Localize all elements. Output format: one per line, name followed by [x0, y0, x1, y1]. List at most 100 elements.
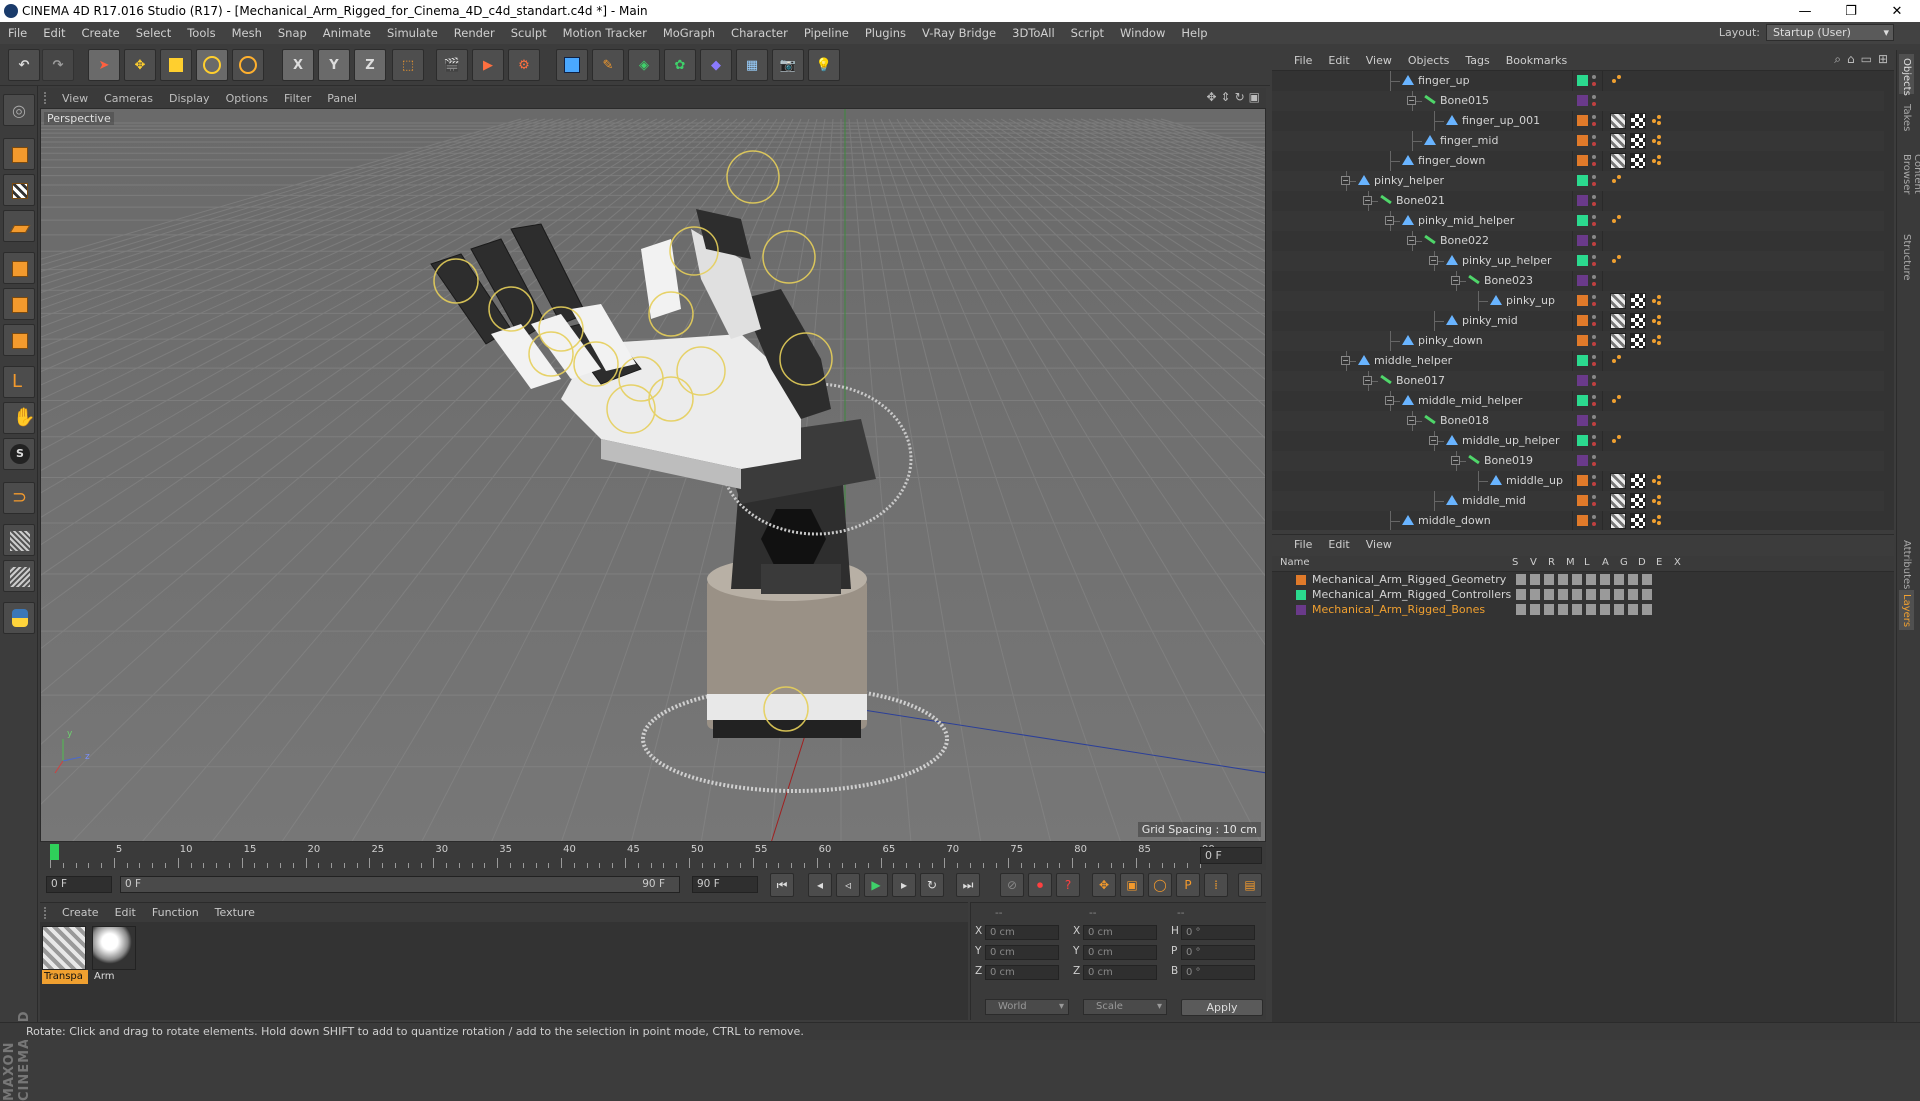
- layer-toggle-icon[interactable]: [1642, 574, 1652, 585]
- object-row[interactable]: − Bone017: [1272, 371, 1884, 391]
- search-icon[interactable]: ⌕: [1834, 52, 1841, 67]
- z-axis-button[interactable]: Z: [354, 49, 386, 81]
- object-name[interactable]: pinky_up_helper: [1446, 251, 1552, 271]
- object-name[interactable]: finger_up_001: [1446, 111, 1540, 131]
- layer-toggle-icon[interactable]: [1600, 589, 1610, 600]
- render-visibility-dot[interactable]: [1592, 402, 1596, 406]
- render-visibility-dot[interactable]: [1592, 282, 1596, 286]
- viewport-menu-cameras[interactable]: Cameras: [96, 92, 161, 105]
- layer-toggles[interactable]: [1516, 589, 1652, 600]
- layer-column-v[interactable]: V: [1530, 557, 1537, 568]
- editor-visibility-dot[interactable]: [1592, 175, 1596, 179]
- menu-edit[interactable]: Edit: [35, 26, 73, 40]
- menu-file[interactable]: File: [0, 26, 35, 40]
- side-tab-objects[interactable]: Objects: [1899, 54, 1914, 96]
- layer-color-swatch[interactable]: [1577, 235, 1588, 246]
- material-tag-icon[interactable]: [1630, 513, 1646, 529]
- move-view-icon[interactable]: ✥: [1206, 90, 1216, 104]
- x-axis-button[interactable]: X: [282, 49, 314, 81]
- object-row[interactable]: middle_up: [1272, 471, 1884, 491]
- layer-toggle-icon[interactable]: [1530, 574, 1540, 585]
- deformer-button[interactable]: ◆: [700, 49, 732, 81]
- record-point-level-button[interactable]: ⁞: [1204, 873, 1228, 897]
- object-row[interactable]: middle_down: [1272, 511, 1884, 530]
- minimize-button[interactable]: —: [1782, 0, 1828, 22]
- layer-toggle-icon[interactable]: [1642, 589, 1652, 600]
- texture-tag-icon[interactable]: [1610, 113, 1626, 129]
- layer-row[interactable]: Mechanical_Arm_Rigged_Controllers: [1272, 587, 1894, 602]
- layer-color-swatch[interactable]: [1577, 355, 1588, 366]
- object-name[interactable]: Bone019: [1468, 451, 1533, 471]
- render-visibility-dot[interactable]: [1592, 262, 1596, 266]
- layer-color-swatch[interactable]: [1577, 135, 1588, 146]
- layer-toggle-icon[interactable]: [1600, 604, 1610, 615]
- layer-color-swatch[interactable]: [1577, 435, 1588, 446]
- render-visibility-dot[interactable]: [1592, 142, 1596, 146]
- texture-mode-button[interactable]: [3, 174, 35, 206]
- apply-button[interactable]: Apply: [1181, 999, 1263, 1016]
- viewport-menu-panel[interactable]: Panel: [319, 92, 365, 105]
- layer-toggles[interactable]: [1516, 574, 1652, 585]
- spline-pen-button[interactable]: ✎: [592, 49, 624, 81]
- layer-toggle-icon[interactable]: [1614, 589, 1624, 600]
- layer-toggle-icon[interactable]: [1516, 574, 1526, 585]
- render-visibility-dot[interactable]: [1592, 122, 1596, 126]
- editor-visibility-dot[interactable]: [1592, 295, 1596, 299]
- layer-toggle-icon[interactable]: [1544, 574, 1554, 585]
- make-editable-button[interactable]: ◎: [3, 94, 35, 126]
- object-row[interactable]: − pinky_up_helper: [1272, 251, 1884, 271]
- layer-column-name[interactable]: Name: [1280, 557, 1310, 568]
- render-visibility-dot[interactable]: [1592, 502, 1596, 506]
- collapse-toggle-icon[interactable]: −: [1429, 436, 1438, 445]
- render-visibility-dot[interactable]: [1592, 242, 1596, 246]
- menu-snap[interactable]: Snap: [270, 26, 315, 40]
- layer-column-l[interactable]: L: [1584, 557, 1590, 568]
- viewport-menu-filter[interactable]: Filter: [276, 92, 319, 105]
- menu-window[interactable]: Window: [1112, 26, 1173, 40]
- collapse-toggle-icon[interactable]: −: [1407, 96, 1416, 105]
- texture-tag-icon[interactable]: [1610, 313, 1626, 329]
- collapse-toggle-icon[interactable]: −: [1341, 176, 1350, 185]
- layer-toggle-icon[interactable]: [1586, 589, 1596, 600]
- material-tag-icon[interactable]: [1630, 133, 1646, 149]
- object-name[interactable]: pinky_up: [1490, 291, 1555, 311]
- floor-button[interactable]: ▦: [736, 49, 768, 81]
- tweak-mode-button[interactable]: ✋: [3, 402, 35, 434]
- scale-tool-button[interactable]: [160, 49, 192, 81]
- menu-animate[interactable]: Animate: [315, 26, 379, 40]
- texture-tag-icon[interactable]: [1610, 293, 1626, 309]
- object-menu-objects[interactable]: Objects: [1400, 54, 1458, 67]
- layer-color-swatch[interactable]: [1577, 375, 1588, 386]
- material-menu-function[interactable]: Function: [144, 906, 207, 919]
- layer-name[interactable]: Mechanical_Arm_Rigged_Bones: [1312, 602, 1485, 617]
- texture-tag-icon[interactable]: [1610, 153, 1626, 169]
- menu-plugins[interactable]: Plugins: [857, 26, 914, 40]
- layer-name[interactable]: Mechanical_Arm_Rigged_Geometry: [1312, 572, 1506, 587]
- layer-color-swatch[interactable]: [1577, 275, 1588, 286]
- next-frame-button[interactable]: ▸: [892, 873, 916, 897]
- texture-tag-icon[interactable]: [1610, 493, 1626, 509]
- object-row[interactable]: pinky_up: [1272, 291, 1884, 311]
- layer-column-e[interactable]: E: [1656, 557, 1662, 568]
- points-mode-button[interactable]: [3, 252, 35, 284]
- object-row[interactable]: − Bone023: [1272, 271, 1884, 291]
- object-row[interactable]: − Bone018: [1272, 411, 1884, 431]
- editor-visibility-dot[interactable]: [1592, 95, 1596, 99]
- render-visibility-dot[interactable]: [1592, 82, 1596, 86]
- layer-toggle-icon[interactable]: [1572, 574, 1582, 585]
- layer-color-swatch[interactable]: [1296, 605, 1306, 615]
- previous-key-button[interactable]: ◂: [808, 873, 832, 897]
- object-menu-tags[interactable]: Tags: [1457, 54, 1497, 67]
- ik-tag-icon[interactable]: [1652, 135, 1664, 145]
- rotation-p-field[interactable]: 0 °: [1181, 945, 1255, 960]
- start-frame-field[interactable]: 0 F: [46, 876, 112, 893]
- object-row[interactable]: − Bone015: [1272, 91, 1884, 111]
- layer-color-swatch[interactable]: [1577, 255, 1588, 266]
- layer-column-a[interactable]: A: [1602, 557, 1609, 568]
- rotate-view-icon[interactable]: ↻: [1235, 90, 1245, 104]
- render-visibility-dot[interactable]: [1592, 222, 1596, 226]
- layer-color-swatch[interactable]: [1577, 315, 1588, 326]
- editor-visibility-dot[interactable]: [1592, 355, 1596, 359]
- texture-tag-icon[interactable]: [1610, 473, 1626, 489]
- maximize-view-icon[interactable]: ▣: [1249, 90, 1260, 104]
